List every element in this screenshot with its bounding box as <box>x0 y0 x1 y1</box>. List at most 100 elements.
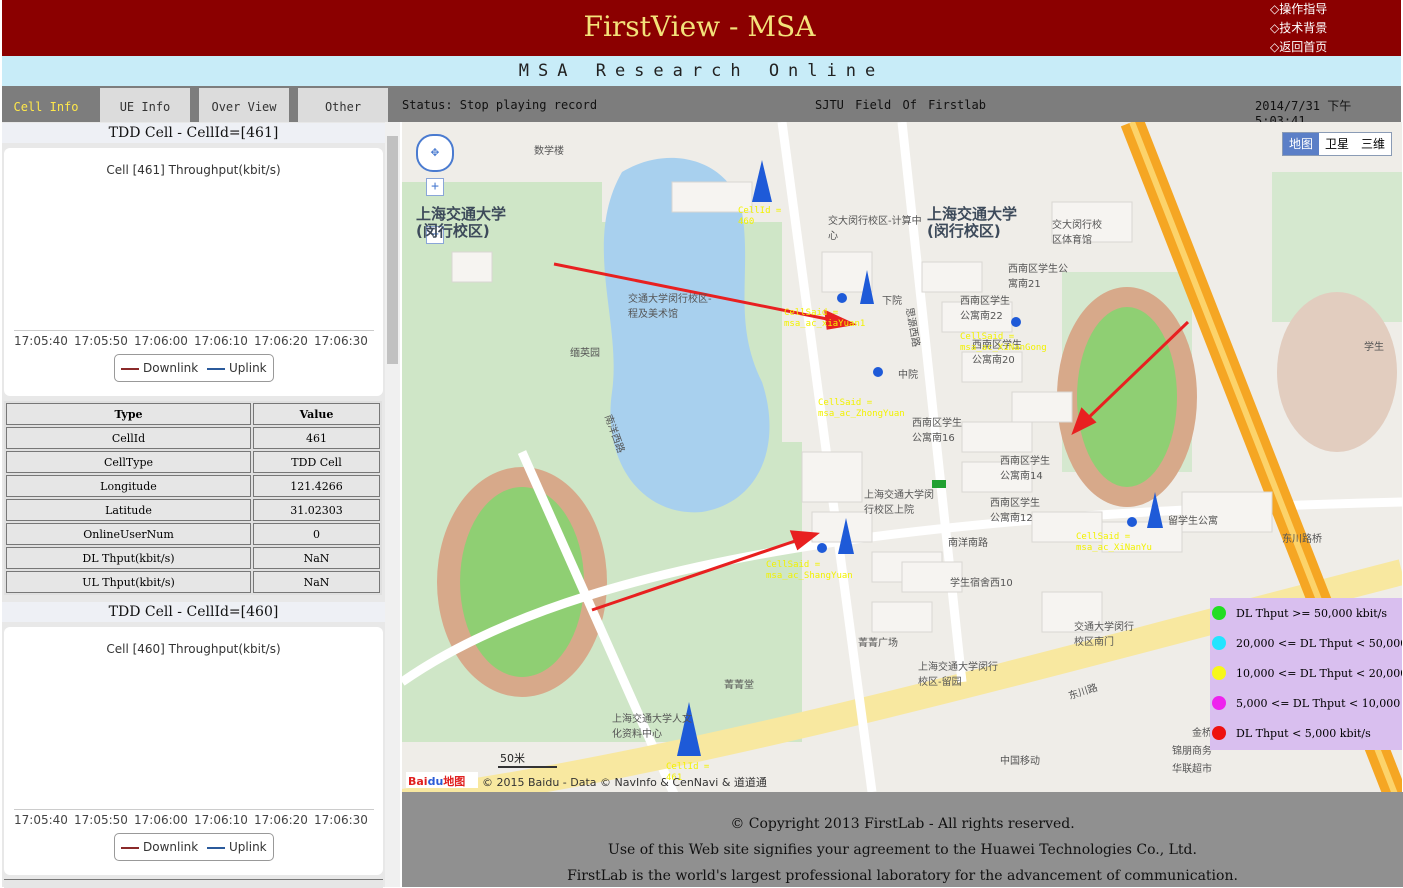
tab-ue-info[interactable]: UE Info <box>100 88 190 122</box>
map-label: 上海交通大学 (闵行校区) <box>416 205 507 240</box>
map-label: 缅英园 <box>570 348 600 359</box>
throughput-legend: DL Thput >= 50,000 kbit/s 20,000 <= DL T… <box>1210 598 1402 750</box>
cell-tag: CellSaid = msa_ac_ShangYuan <box>766 560 853 581</box>
map-label: 东川路桥 <box>1282 534 1322 545</box>
map-label: 西南区学生公寓南14 <box>1000 456 1050 482</box>
cell-heading-461: TDD Cell - CellId=[461] <box>2 123 385 143</box>
map-label: 西南区学生公寓南12 <box>990 498 1040 524</box>
map-label: 上海交通大学 (闵行校区) <box>927 205 1018 240</box>
throughput-chart-461: Cell [461] Throughput(kbit/s) 17:05:40 1… <box>4 148 383 396</box>
column-header-value: Value <box>253 403 380 425</box>
map-scale: 50米 <box>500 752 525 765</box>
legend-row: 20,000 <= DL Thput < 50,000 <box>1212 628 1402 658</box>
footer-about: FirstLab is the world's largest professi… <box>567 868 1238 884</box>
pan-control-icon[interactable]: ✥ <box>416 134 454 172</box>
map-label: 菁菁堂 <box>724 680 754 691</box>
map-label: 上海交通大学闵行校区上院 <box>864 490 934 516</box>
guide-link[interactable]: ◇操作指导 <box>1270 0 1327 19</box>
map-copyright: © 2015 Baidu - Data © NavInfo & CenNavi … <box>482 776 767 789</box>
map-type-satellite[interactable]: 卫星 <box>1319 133 1355 155</box>
legend-row: 5,000 <= DL Thput < 10,000 <box>1212 688 1400 718</box>
legend-downlink[interactable]: Downlink <box>115 361 198 375</box>
chart-legend: Downlink Uplink <box>114 833 274 861</box>
chart-title: Cell [461] Throughput(kbit/s) <box>106 163 281 177</box>
map-type-3d[interactable]: 三维 <box>1355 133 1391 155</box>
background-link[interactable]: ◇技术背景 <box>1270 19 1327 38</box>
map-label: 菁菁广场 <box>858 638 898 649</box>
app-title: FirstView - MSA <box>583 10 816 43</box>
table-row: UL Thput(kbit/s) NaN <box>6 571 380 593</box>
field-name: SJTU Field Of Firstlab <box>815 98 986 112</box>
footer: © Copyright 2013 FirstLab - All rights r… <box>402 792 1403 887</box>
map-type-switch: 地图 卫星 三维 <box>1282 132 1392 156</box>
zoom-in-icon[interactable]: + <box>426 178 444 196</box>
x-tick: 17:05:40 <box>14 813 68 827</box>
map-label: 上海交通大学人文化资料中心 <box>612 714 692 740</box>
legend-dot <box>1212 636 1226 650</box>
tab-other[interactable]: Other <box>298 88 388 122</box>
map-label: 下院 <box>882 296 902 307</box>
x-tick: 17:06:00 <box>134 813 188 827</box>
legend-downlink[interactable]: Downlink <box>115 840 198 854</box>
map-label: 南洋南路 <box>948 538 988 549</box>
legend-row: DL Thput >= 50,000 kbit/s <box>1212 598 1387 628</box>
legend-row: 10,000 <= DL Thput < 20,000 <box>1212 658 1402 688</box>
legend-uplink[interactable]: Uplink <box>201 361 267 375</box>
map-label: 数学楼 <box>534 146 564 157</box>
legend-dot <box>1212 726 1226 740</box>
cell-tag: CellId = 460 <box>738 206 782 227</box>
x-tick: 17:06:10 <box>194 813 248 827</box>
baidu-map[interactable]: ✥ + − 地图 卫星 三维 上海交通大学 (闵行校区) 上海交通大学 (闵行校… <box>402 122 1402 792</box>
tab-over-view[interactable]: Over View <box>199 88 289 122</box>
table-row: Longitude 121.4266 <box>6 475 380 497</box>
cell-tag: CellSaid = msa_ac_XiNanYu <box>1076 532 1152 553</box>
x-tick: 17:06:30 <box>314 813 368 827</box>
top-links: ◇操作指导 ◇技术背景 ◇返回首页 <box>1270 0 1327 57</box>
legend-uplink[interactable]: Uplink <box>201 840 267 854</box>
table-header-row: Type Value <box>6 403 380 425</box>
map-label: 西南区学生公寓南16 <box>912 418 962 444</box>
column-header-type: Type <box>6 403 251 425</box>
cell-tag: CellSaid = msa_ac_xiaYuan1 <box>784 308 866 329</box>
map-label: 锦朋商务 <box>1172 746 1212 757</box>
map-label: 学生 <box>1364 342 1384 353</box>
throughput-chart-460: Cell [460] Throughput(kbit/s) 17:05:40 1… <box>4 627 383 875</box>
baidu-logo: Baidu地图 <box>408 775 466 788</box>
map-label: 上海交通大学闵行校区-留园 <box>918 662 998 688</box>
legend-dot <box>1212 696 1226 710</box>
table-row: Latitude 31.02303 <box>6 499 380 521</box>
map-label: 留学生公寓 <box>1168 516 1218 527</box>
footer-agreement: Use of this Web site signifies your agre… <box>608 842 1197 858</box>
legend-dot <box>1212 606 1226 620</box>
map-label: 中国移动 <box>1000 756 1040 767</box>
x-tick: 17:06:30 <box>314 334 368 348</box>
cell-tag: CellSaid = msa_ac_ZhongYuan <box>818 398 905 419</box>
map-label: 交通大学闵行校区-程及美术馆 <box>628 294 712 320</box>
cell-tag: CellSaid = msa_ac_XiNanGong <box>960 332 1047 353</box>
map-label: 华联超市 <box>1172 764 1212 775</box>
map-type-normal[interactable]: 地图 <box>1283 133 1319 155</box>
x-tick: 17:06:00 <box>134 334 188 348</box>
x-tick: 17:05:50 <box>74 813 128 827</box>
x-tick: 17:06:20 <box>254 334 308 348</box>
x-tick: 17:05:40 <box>14 334 68 348</box>
site-subtitle: MSA Research Online <box>518 61 885 81</box>
tab-bar: Cell Info UE Info Over View Other Status… <box>2 86 1401 128</box>
cell-info-table: Type Value CellId 461 CellType TDD Cell Lon… <box>4 401 382 595</box>
table-row: OnlineUserNum 0 <box>6 523 380 545</box>
map-label: 中院 <box>898 370 918 381</box>
chart-title: Cell [460] Throughput(kbit/s) <box>106 642 281 656</box>
map-label: 学生宿舍西10 <box>950 578 1013 589</box>
x-tick: 17:06:20 <box>254 813 308 827</box>
tab-cell-info[interactable]: Cell Info <box>2 88 90 122</box>
status-text: Status: Stop playing record <box>402 98 598 112</box>
home-link[interactable]: ◇返回首页 <box>1270 38 1327 57</box>
chart-x-axis <box>14 809 374 810</box>
scrollbar-thumb[interactable] <box>387 136 398 364</box>
legend-dot <box>1212 666 1226 680</box>
table-row: DL Thput(kbit/s) NaN <box>6 547 380 569</box>
cell-heading-460: TDD Cell - CellId=[460] <box>2 602 385 622</box>
footer-copyright: © Copyright 2013 FirstLab - All rights r… <box>730 816 1075 832</box>
table-row: CellType TDD Cell <box>6 451 380 473</box>
map-label: 西南区学生公寓南22 <box>960 296 1010 322</box>
